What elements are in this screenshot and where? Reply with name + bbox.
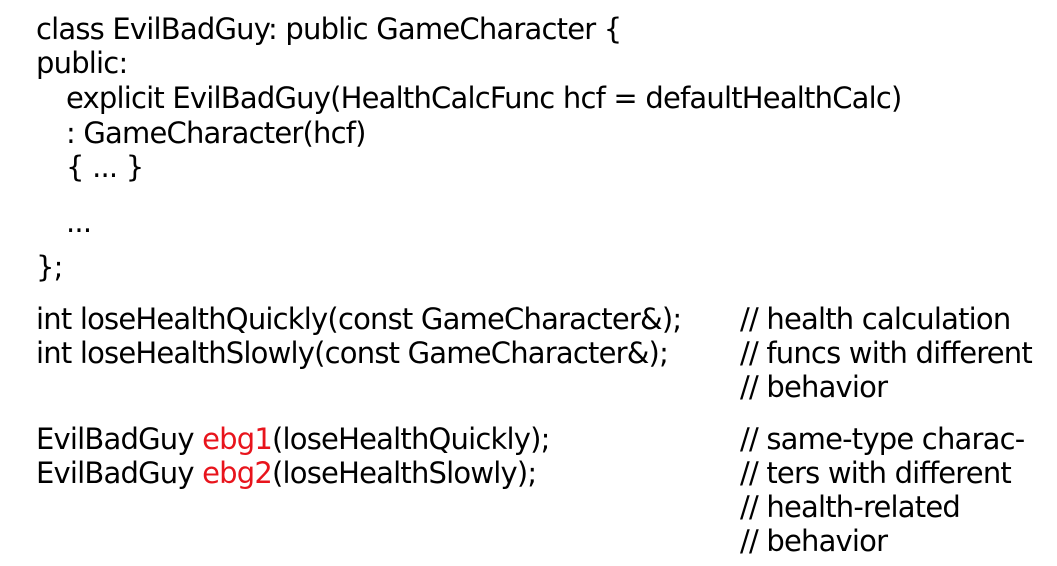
variable-name-highlight: ebg1 [202, 422, 273, 456]
code-line-ebg2-declaration: EvilBadGuy ebg2(loseHealthSlowly); [36, 456, 537, 490]
code-comment-funcs-1: // health calculation [740, 302, 1011, 336]
constructor-args: (loseHealthQuickly); [272, 422, 550, 456]
code-line-ebg1-declaration: EvilBadGuy ebg1(loseHealthQuickly); [36, 422, 550, 456]
code-line-constructor: explicit EvilBadGuy(HealthCalcFunc hcf =… [66, 81, 902, 115]
code-slide: class EvilBadGuy: public GameCharacter {… [0, 0, 1057, 566]
code-line-class-header: class EvilBadGuy: public GameCharacter { [36, 12, 622, 46]
code-line-lose-health-slowly: int loseHealthSlowly(const GameCharacter… [36, 336, 669, 370]
code-line-ellipsis: ... [66, 205, 92, 239]
code-comment-objects-4: // behavior [740, 524, 888, 558]
code-comment-funcs-3: // behavior [740, 370, 888, 404]
code-line-lose-health-quickly: int loseHealthQuickly(const GameCharacte… [36, 302, 682, 336]
code-comment-objects-1: // same-type charac- [740, 422, 1025, 456]
code-comment-objects-3: // health-related [740, 490, 961, 524]
code-comment-funcs-2: // funcs with different [740, 336, 1033, 370]
type-name: EvilBadGuy [36, 422, 203, 456]
code-line-initializer: : GameCharacter(hcf) [66, 116, 366, 150]
variable-name-highlight: ebg2 [202, 456, 273, 490]
code-comment-objects-2: // ters with different [740, 456, 1012, 490]
code-line-class-close: }; [36, 250, 63, 284]
type-name: EvilBadGuy [36, 456, 203, 490]
code-line-ctor-body: { ... } [66, 150, 144, 184]
constructor-args: (loseHealthSlowly); [272, 456, 537, 490]
code-line-public-label: public: [36, 46, 128, 80]
